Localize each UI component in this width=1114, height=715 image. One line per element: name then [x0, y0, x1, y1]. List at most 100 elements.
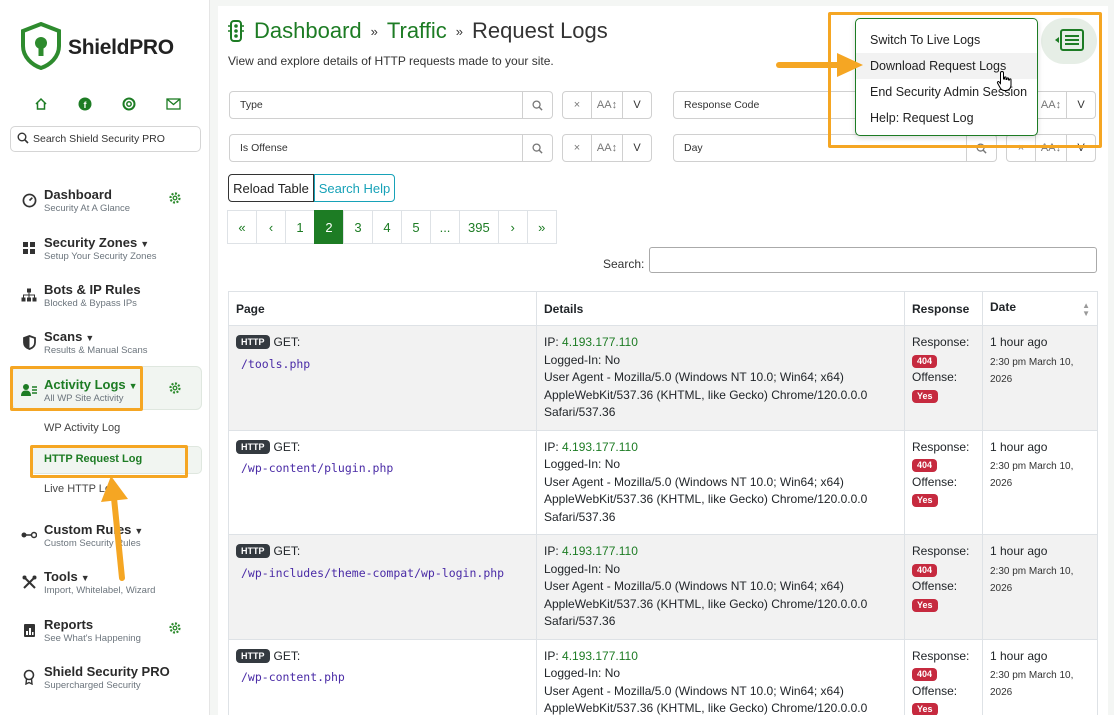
- search-icon[interactable]: [523, 91, 553, 119]
- subnav-http-request-log[interactable]: HTTP Request Log: [44, 453, 142, 465]
- nav-item-shield-pro[interactable]: Shield Security PRO Supercharged Securit…: [12, 664, 202, 694]
- menu-item-switch-live-logs[interactable]: Switch To Live Logs: [856, 27, 1037, 53]
- page-prev[interactable]: ‹: [256, 210, 286, 244]
- offense-label: Offense:: [912, 683, 958, 698]
- breadcrumb-dashboard[interactable]: Dashboard: [254, 18, 362, 44]
- filter-offense-clear-button[interactable]: ×: [562, 134, 592, 162]
- date-full: 2:30 pm March 10, 2026: [990, 461, 1074, 489]
- cell-details: IP: 4.193.177.110 Logged-In: No User Agent…: [536, 325, 905, 431]
- ip-address-link[interactable]: 4.193.177.110: [562, 335, 638, 349]
- report-icon: [20, 621, 38, 639]
- nav-item-scans[interactable]: Scans ▼ Results & Manual Scans: [12, 329, 202, 359]
- nav-item-bots-ip-rules[interactable]: Bots & IP Rules Blocked & Bypass IPs: [12, 282, 202, 312]
- filter-type-select[interactable]: Type: [229, 91, 523, 119]
- actions-menu-toggle[interactable]: [1041, 18, 1097, 64]
- nav-subtitle: See What's Happening: [44, 633, 141, 644]
- filter-response-case-button[interactable]: AA↕: [1035, 91, 1067, 119]
- offense-badge: Yes: [912, 389, 938, 403]
- ip-address-link[interactable]: 4.193.177.110: [562, 544, 638, 558]
- search-help-button[interactable]: Search Help: [314, 174, 395, 202]
- date-full: 2:30 pm March 10, 2026: [990, 670, 1074, 698]
- filter-day-toggle-button[interactable]: V: [1066, 134, 1096, 162]
- page-1[interactable]: 1: [285, 210, 315, 244]
- filter-day-select[interactable]: Day: [673, 134, 967, 162]
- request-method: GET:: [273, 648, 301, 663]
- gear-icon[interactable]: [168, 621, 182, 638]
- user-agent: User Agent - Mozilla/5.0 (Windows NT 10.…: [544, 683, 868, 715]
- nav-title-text: Scans: [44, 329, 83, 344]
- table-search-input[interactable]: [649, 247, 1097, 273]
- response-code-badge: 404: [912, 354, 938, 368]
- page-2-current[interactable]: 2: [314, 210, 344, 244]
- ip-address-link[interactable]: 4.193.177.110: [562, 649, 638, 663]
- page-first[interactable]: «: [227, 210, 257, 244]
- filter-response-toggle-button[interactable]: V: [1066, 91, 1096, 119]
- reload-table-button[interactable]: Reload Table: [228, 174, 314, 202]
- gauge-icon: [20, 191, 38, 209]
- nav-subtitle: Results & Manual Scans: [44, 345, 148, 356]
- nav-item-reports[interactable]: Reports See What's Happening: [12, 617, 202, 647]
- support-icon[interactable]: [118, 96, 140, 112]
- sidebar-search-input[interactable]: [33, 133, 193, 145]
- page-3[interactable]: 3: [343, 210, 373, 244]
- nav-item-activity-logs[interactable]: Activity Logs ▼ All WP Site Activity: [12, 377, 202, 407]
- filter-is-offense-select[interactable]: Is Offense: [229, 134, 523, 162]
- gear-icon[interactable]: [168, 191, 182, 208]
- ip-address-link[interactable]: 4.193.177.110: [562, 440, 638, 454]
- mail-icon[interactable]: [162, 96, 184, 112]
- column-header-page[interactable]: Page: [228, 291, 537, 326]
- date-full: 2:30 pm March 10, 2026: [990, 565, 1074, 594]
- subnav-wp-activity-log[interactable]: WP Activity Log: [44, 422, 120, 434]
- filter-type[interactable]: Type: [229, 91, 553, 119]
- table-row[interactable]: HTTP GET: /wp-content/plugin.php IP: 4.193.…: [228, 429, 1098, 535]
- offense-label: Offense:: [912, 579, 958, 593]
- filter-day[interactable]: Day: [673, 134, 997, 162]
- date-relative: 1 hour ago: [990, 439, 1048, 454]
- breadcrumb-separator: »: [455, 23, 464, 39]
- filter-is-offense[interactable]: Is Offense: [229, 134, 553, 162]
- response-code-badge: 404: [912, 459, 938, 472]
- sort-icon: ▲ ▼: [1082, 300, 1090, 318]
- search-icon[interactable]: [967, 134, 997, 162]
- http-badge: HTTP: [236, 335, 270, 349]
- search-icon[interactable]: [523, 134, 553, 162]
- nav-item-security-zones[interactable]: Security Zones ▼ Setup Your Security Zone…: [12, 235, 202, 265]
- nav-subtitle: Security At A Glance: [44, 203, 131, 214]
- nav-subtitle: All WP Site Activity: [44, 393, 124, 404]
- table-row[interactable]: HTTP GET: /wp-includes/theme-compat/wp-log…: [228, 534, 1098, 640]
- page-5[interactable]: 5: [401, 210, 431, 244]
- facebook-icon[interactable]: f: [74, 96, 96, 112]
- home-icon[interactable]: [30, 96, 52, 112]
- filter-day-case-button[interactable]: AA↕: [1035, 134, 1067, 162]
- column-header-details[interactable]: Details: [536, 291, 905, 326]
- sidebar-search[interactable]: [10, 126, 201, 152]
- brand-logo[interactable]: ShieldPRO: [20, 21, 174, 73]
- nav-subtitle: Blocked & Bypass IPs: [44, 298, 137, 309]
- filter-offense-case-button[interactable]: AA↕: [591, 134, 623, 162]
- table-row[interactable]: HTTP GET: /wp-content.php IP: 4.193.177.110…: [228, 638, 1098, 715]
- table-row[interactable]: HTTP GET: /tools.php IP: 4.193.177.110 Logge…: [228, 325, 1098, 431]
- tools-icon: [20, 573, 38, 591]
- menu-item-help-request-log[interactable]: Help: Request Log: [856, 105, 1037, 131]
- page-4[interactable]: 4: [372, 210, 402, 244]
- response-code-badge: 404: [912, 668, 938, 681]
- page-last[interactable]: »: [526, 210, 557, 244]
- cell-response: Response: 404 Offense: Yes: [904, 429, 983, 535]
- table-search-label: Search:: [603, 257, 645, 271]
- gear-icon[interactable]: [168, 381, 182, 398]
- response-label: Response:: [912, 439, 970, 454]
- cell-date: 1 hour ago 2:30 pm March 10, 2026: [982, 638, 1098, 715]
- filter-type-clear-button[interactable]: ×: [562, 91, 592, 119]
- column-header-response[interactable]: Response: [904, 291, 983, 326]
- filter-type-toggle-button[interactable]: V: [622, 91, 652, 119]
- filter-offense-toggle-button[interactable]: V: [622, 134, 652, 162]
- nav-item-dashboard[interactable]: Dashboard Security At A Glance: [12, 187, 202, 217]
- filter-day-clear-button[interactable]: ×: [1006, 134, 1036, 162]
- traffic-light-icon: [228, 20, 244, 42]
- filter-type-case-button[interactable]: AA↕: [591, 91, 623, 119]
- cell-date: 1 hour ago 2:30 pm March 10, 2026: [982, 429, 1098, 535]
- column-header-date[interactable]: Date ▲ ▼: [982, 291, 1098, 326]
- breadcrumb-traffic[interactable]: Traffic: [387, 18, 447, 44]
- page-395[interactable]: 395: [459, 210, 499, 244]
- page-next[interactable]: ›: [497, 210, 528, 244]
